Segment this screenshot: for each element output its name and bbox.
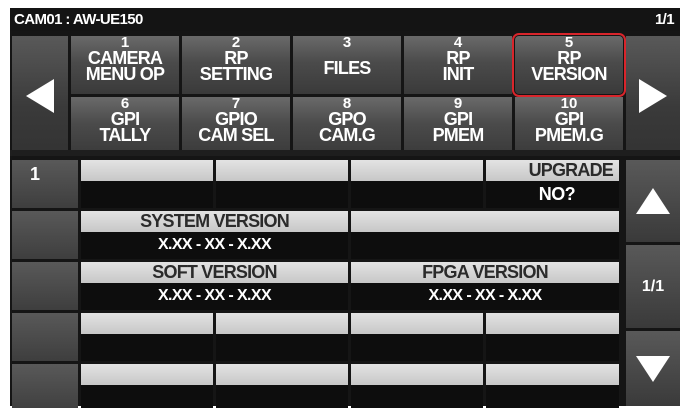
menu-gpo-cam-g-button[interactable]: 8 GPO CAM.G bbox=[293, 96, 401, 155]
soft-version-field: SOFT VERSION X.XX - XX - X.XX bbox=[81, 262, 348, 310]
row-label-empty bbox=[12, 211, 78, 259]
menu-label: GPI PMEM bbox=[432, 109, 485, 145]
empty-cell bbox=[216, 313, 348, 361]
menu-next-button[interactable] bbox=[626, 36, 680, 155]
menu-label: RP INIT bbox=[442, 48, 475, 84]
menu-number: 3 bbox=[342, 34, 352, 51]
empty-cell bbox=[351, 364, 483, 408]
menu-label: GPI PMEM.G bbox=[534, 109, 604, 145]
triangle-up-icon bbox=[636, 188, 670, 214]
triangle-down-icon bbox=[636, 355, 670, 382]
page-indicator: 1/1 bbox=[654, 11, 675, 28]
soft-version-label: SOFT VERSION bbox=[81, 262, 348, 283]
empty-cell bbox=[216, 160, 348, 208]
menu-grid: 1 CAMERA MENU OP 2 RP SETTING 3 FILES 4 … bbox=[71, 33, 626, 155]
title-bar: CAM01 : AW-UE150 1/1 bbox=[10, 8, 680, 31]
upgrade-label: UPGRADE bbox=[486, 160, 619, 181]
system-version-value: X.XX - XX - X.XX bbox=[157, 236, 272, 253]
empty-cell bbox=[216, 364, 348, 408]
menu-gpi-pmem-button[interactable]: 9 GPI PMEM bbox=[404, 96, 512, 155]
menu-label: RP VERSION bbox=[531, 48, 607, 84]
empty-cell bbox=[81, 313, 213, 361]
triangle-left-icon bbox=[26, 78, 54, 113]
empty-cell bbox=[486, 364, 619, 408]
menu-files-button[interactable]: 3 FILES bbox=[293, 34, 401, 94]
upgrade-control[interactable]: UPGRADE NO? bbox=[486, 160, 619, 208]
empty-cell bbox=[81, 160, 213, 208]
empty-cell bbox=[351, 211, 619, 259]
scroll-up-button[interactable] bbox=[626, 160, 680, 242]
row-label-empty bbox=[12, 262, 78, 310]
menu-gpi-tally-button[interactable]: 6 GPI TALLY bbox=[71, 96, 179, 155]
menu-label: GPO CAM.G bbox=[319, 109, 376, 145]
empty-cell bbox=[486, 313, 619, 361]
menu-label: GPI TALLY bbox=[99, 109, 151, 145]
divider bbox=[10, 150, 680, 156]
fpga-version-label: FPGA VERSION bbox=[351, 262, 619, 283]
menu-rp-setting-button[interactable]: 2 RP SETTING bbox=[182, 35, 290, 94]
system-version-label: SYSTEM VERSION bbox=[81, 211, 348, 232]
empty-cell bbox=[81, 364, 213, 408]
menu-camera-menu-op-button[interactable]: 1 CAMERA MENU OP bbox=[71, 35, 179, 94]
fpga-version-value: X.XX - XX - X.XX bbox=[428, 287, 542, 304]
menu-label: FILES bbox=[323, 58, 371, 78]
menu-label: RP SETTING bbox=[199, 48, 273, 84]
row-number: 1 bbox=[12, 160, 78, 208]
menu-rp-init-button[interactable]: 4 RP INIT bbox=[404, 35, 512, 94]
menu-prev-button[interactable] bbox=[12, 36, 68, 155]
scroll-down-button[interactable] bbox=[626, 331, 680, 406]
menu-label: GPIO CAM SEL bbox=[198, 109, 274, 145]
menu-gpi-pmem-g-button[interactable]: 10 GPI PMEM.G bbox=[515, 96, 623, 155]
page-counter: 1/1 bbox=[626, 245, 680, 328]
menu-label: CAMERA MENU OP bbox=[85, 48, 165, 84]
fpga-version-field: FPGA VERSION X.XX - XX - X.XX bbox=[351, 262, 619, 310]
row-label-empty bbox=[12, 313, 78, 361]
camera-title: CAM01 : AW-UE150 bbox=[14, 11, 143, 28]
rp-version-screen: CAM01 : AW-UE150 1/1 1 CAMERA MENU OP 2 … bbox=[10, 8, 680, 408]
empty-cell bbox=[351, 160, 483, 208]
menu-rp-version-button[interactable]: 5 RP VERSION bbox=[512, 33, 626, 97]
triangle-right-icon bbox=[639, 78, 667, 113]
soft-version-value: X.XX - XX - X.XX bbox=[157, 287, 272, 304]
system-version-field: SYSTEM VERSION X.XX - XX - X.XX bbox=[81, 211, 348, 259]
menu-gpio-cam-sel-button[interactable]: 7 GPIO CAM SEL bbox=[182, 96, 290, 155]
upgrade-value: NO? bbox=[538, 184, 576, 204]
row-label-empty bbox=[12, 364, 78, 408]
empty-cell bbox=[351, 313, 483, 361]
